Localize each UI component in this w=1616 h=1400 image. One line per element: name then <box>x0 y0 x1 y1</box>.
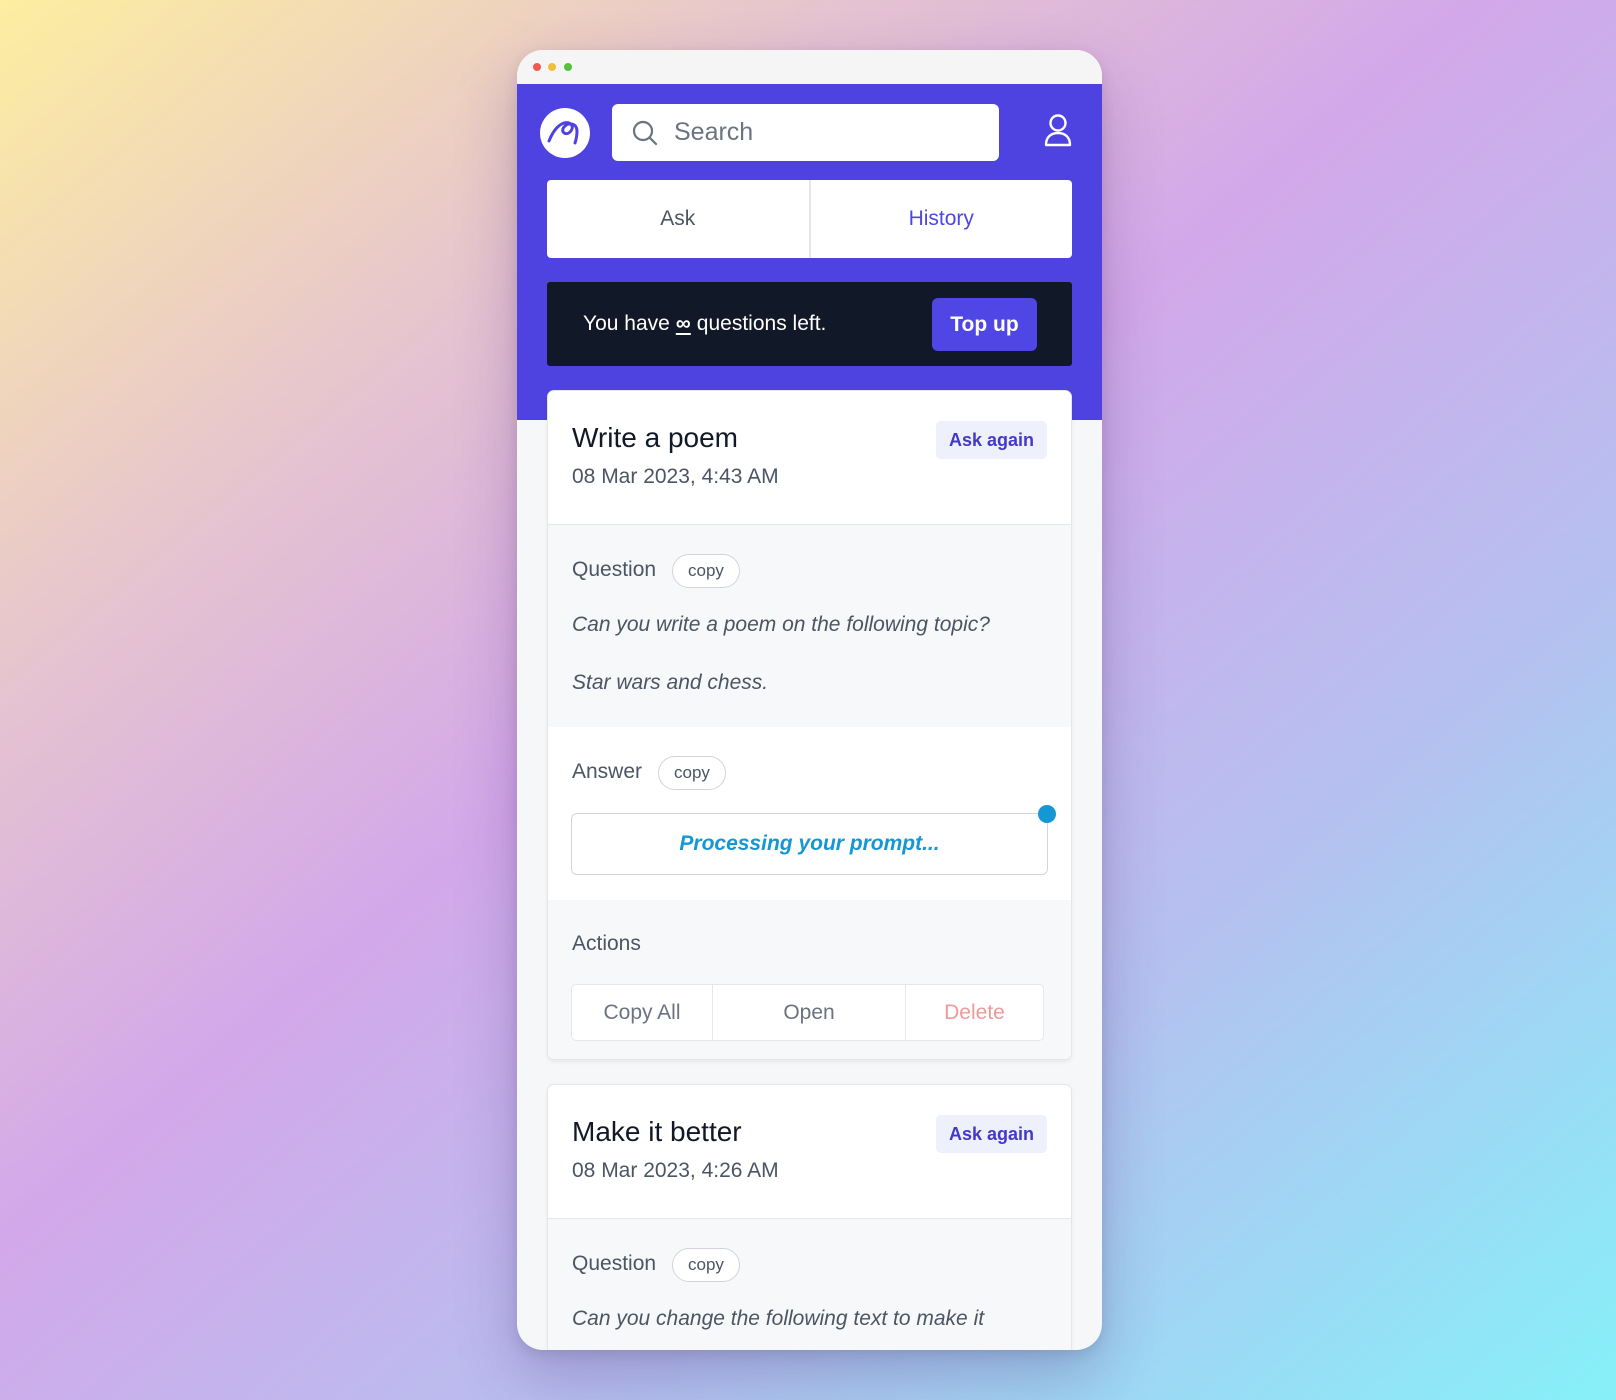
window-minimize-dot[interactable] <box>548 63 556 71</box>
history-card: Make it better 08 Mar 2023, 4:26 AM Ask … <box>547 1084 1072 1350</box>
ask-again-button[interactable]: Ask again <box>936 1115 1047 1153</box>
question-label: Question <box>572 558 657 581</box>
brand-logo-icon <box>547 121 579 145</box>
actions-button-group: Copy All Open Delete <box>571 984 1044 1041</box>
actions-section: Actions Copy All Open Delete <box>548 900 1071 1059</box>
credits-text: You have ∞ questions left. <box>583 282 826 366</box>
question-section: Question copy Can you write a poem on th… <box>548 525 1071 727</box>
delete-button[interactable]: Delete <box>905 985 1043 1040</box>
answer-label: Answer <box>572 760 643 783</box>
tab-ask[interactable]: Ask <box>547 180 809 258</box>
question-copy-button[interactable]: copy <box>672 1248 740 1282</box>
card-title: Write a poem <box>572 422 738 453</box>
window-titlebar <box>517 50 1102 84</box>
top-up-button[interactable]: Top up <box>932 298 1037 351</box>
open-button[interactable]: Open <box>712 985 905 1040</box>
question-text-line: Can you change the following text to mak… <box>572 1307 985 1330</box>
question-section: Question copy Can you change the followi… <box>548 1219 1071 1350</box>
copy-all-button[interactable]: Copy All <box>572 985 712 1040</box>
brand-logo[interactable] <box>540 108 590 158</box>
answer-copy-button[interactable]: copy <box>658 756 726 790</box>
actions-label: Actions <box>572 932 641 955</box>
question-label: Question <box>572 1252 657 1275</box>
window-zoom-dot[interactable] <box>564 63 572 71</box>
card-title: Make it better <box>572 1116 742 1147</box>
credits-suffix: questions left. <box>696 312 827 335</box>
credits-prefix: You have <box>583 312 670 335</box>
question-text-line: Star wars and chess. <box>572 671 769 694</box>
search-icon <box>632 120 658 151</box>
window-close-dot[interactable] <box>533 63 541 71</box>
ask-again-button[interactable]: Ask again <box>936 421 1047 459</box>
processing-indicator-dot <box>1038 805 1056 823</box>
user-icon[interactable] <box>1044 113 1072 152</box>
question-text-line: Can you write a poem on the following to… <box>572 613 990 636</box>
search-bar[interactable] <box>612 104 999 161</box>
card-header: Write a poem 08 Mar 2023, 4:43 AM Ask ag… <box>548 391 1071 525</box>
card-date: 08 Mar 2023, 4:26 AM <box>572 1159 779 1182</box>
app-content: Ask History You have ∞ questions left. T… <box>517 84 1102 1350</box>
answer-processing-box: Processing your prompt... <box>571 813 1048 875</box>
credits-banner: You have ∞ questions left. Top up <box>547 282 1072 366</box>
processing-status: Processing your prompt... <box>679 832 940 855</box>
app-window: Ask History You have ∞ questions left. T… <box>517 50 1102 1350</box>
history-card: Write a poem 08 Mar 2023, 4:43 AM Ask ag… <box>547 390 1072 1060</box>
view-tabs: Ask History <box>547 180 1072 258</box>
question-copy-button[interactable]: copy <box>672 554 740 588</box>
card-date: 08 Mar 2023, 4:43 AM <box>572 465 779 488</box>
search-input[interactable] <box>674 104 984 161</box>
credits-amount: ∞ <box>675 312 691 335</box>
card-header: Make it better 08 Mar 2023, 4:26 AM Ask … <box>548 1085 1071 1219</box>
tab-history[interactable]: History <box>808 180 1073 258</box>
answer-section: Answer copy Processing your prompt... <box>548 727 1071 900</box>
